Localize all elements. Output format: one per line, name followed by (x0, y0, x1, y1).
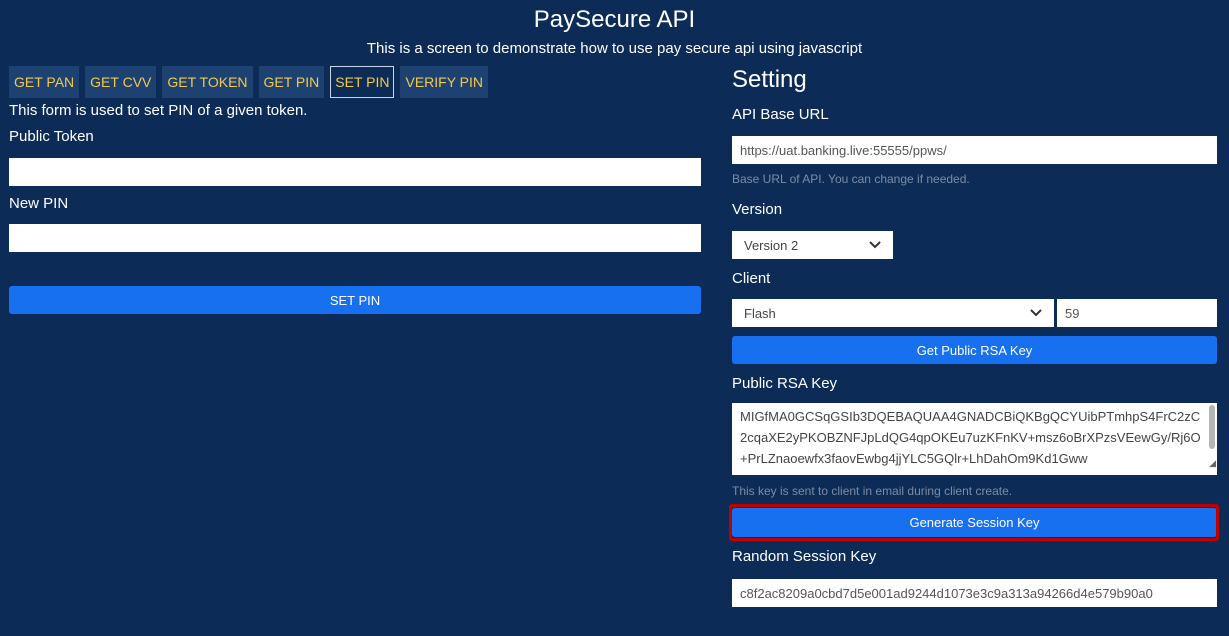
chevron-down-icon (1030, 306, 1042, 320)
tab-set-pin[interactable]: SET PIN (330, 66, 395, 98)
public-rsa-key-label: Public RSA Key (732, 375, 838, 392)
page-title: PaySecure API (533, 6, 696, 33)
public-rsa-key-textarea[interactable]: MIGfMA0GCSqGSIb3DQEBAQUAA4GNADCBiQKBgQCY… (732, 403, 1217, 475)
version-select[interactable]: Version 2 (732, 231, 893, 259)
api-base-url-label: API Base URL (732, 106, 829, 123)
new-pin-input[interactable] (9, 224, 701, 252)
random-session-key-label: Random Session Key (732, 548, 877, 565)
chevron-down-icon (869, 238, 881, 252)
public-rsa-key-hint: This key is sent to client in email duri… (732, 484, 1013, 498)
client-selected-value: Flash (744, 305, 776, 321)
highlight-box (729, 504, 1219, 541)
set-pin-button[interactable]: SET PIN (9, 286, 701, 314)
settings-title: Setting (732, 66, 807, 93)
form-description: This form is used to set PIN of a given … (9, 102, 308, 119)
client-id-input[interactable] (1057, 299, 1217, 327)
api-base-url-hint: Base URL of API. You can change if neede… (732, 172, 970, 186)
tab-get-token[interactable]: GET TOKEN (162, 66, 253, 98)
new-pin-label: New PIN (9, 195, 69, 212)
version-label: Version (732, 201, 783, 218)
public-token-input[interactable] (9, 158, 701, 186)
client-label: Client (732, 270, 771, 287)
resize-grip-icon[interactable]: ◢ (1209, 453, 1216, 474)
tab-bar: GET PAN GET CVV GET TOKEN GET PIN SET PI… (9, 66, 489, 98)
version-selected-value: Version 2 (744, 237, 799, 253)
tab-get-cvv[interactable]: GET CVV (85, 66, 157, 98)
page-subtitle: This is a screen to demonstrate how to u… (366, 40, 863, 57)
api-base-url-input[interactable] (732, 136, 1217, 164)
tab-get-pan[interactable]: GET PAN (9, 66, 80, 98)
textarea-scrollbar[interactable] (1209, 405, 1215, 449)
public-rsa-key-value: MIGfMA0GCSqGSIb3DQEBAQUAA4GNADCBiQKBgQCY… (740, 409, 1201, 466)
tab-get-pin[interactable]: GET PIN (258, 66, 325, 98)
public-token-label: Public Token (9, 128, 94, 145)
tab-verify-pin[interactable]: VERIFY PIN (400, 66, 489, 98)
get-public-rsa-key-button[interactable]: Get Public RSA Key (732, 336, 1217, 364)
client-select[interactable]: Flash (732, 299, 1054, 327)
random-session-key-input[interactable] (732, 579, 1217, 607)
